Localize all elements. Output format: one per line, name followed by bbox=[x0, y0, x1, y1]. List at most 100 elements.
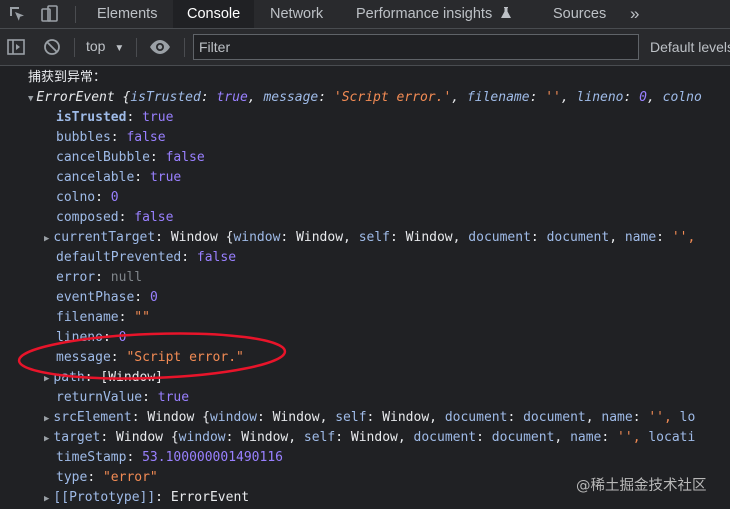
property-type: Window bbox=[147, 410, 195, 425]
property-value: 53.100000001490116 bbox=[142, 450, 283, 465]
property-row: timeStamp: 53.100000001490116 bbox=[56, 448, 283, 468]
property-row: eventPhase: 0 bbox=[56, 288, 158, 308]
property-value: null bbox=[110, 270, 143, 285]
property-colon: : bbox=[149, 150, 166, 165]
property-row: lineno: 0 bbox=[56, 328, 126, 348]
object-type: ErrorEvent bbox=[36, 90, 115, 105]
tab-console[interactable]: Console bbox=[173, 0, 255, 28]
preview-colon: : bbox=[335, 430, 351, 445]
expand-triangle-right-icon: ▶ bbox=[44, 434, 50, 444]
property-key: returnValue bbox=[56, 390, 143, 405]
devtools-tab-bar: Elements Console Network Performance ins… bbox=[0, 0, 730, 29]
property-row: cancelable: true bbox=[56, 168, 181, 188]
property-value: [Window] bbox=[100, 370, 164, 385]
chevron-down-icon: ▼ bbox=[114, 43, 125, 54]
clear-console-icon[interactable] bbox=[42, 37, 62, 57]
object-brace: { bbox=[202, 410, 210, 425]
tab-sources[interactable]: Sources bbox=[553, 0, 606, 28]
expandable-property-row[interactable]: ▶ target: Window {window: Window, self: W… bbox=[44, 428, 695, 448]
live-expression-eye-icon[interactable] bbox=[149, 37, 171, 57]
property-key: error bbox=[56, 270, 96, 285]
preview-colon: : bbox=[280, 230, 297, 245]
tab-divider bbox=[75, 6, 76, 23]
summary-value: 'Script error.' bbox=[333, 90, 452, 105]
more-tabs-chevron-icon[interactable]: » bbox=[630, 0, 639, 28]
property-row: cancelBubble: false bbox=[56, 148, 205, 168]
property-row: defaultPrevented: false bbox=[56, 248, 236, 268]
preview-value: document bbox=[491, 430, 555, 445]
tab-elements[interactable]: Elements bbox=[97, 0, 157, 28]
preview-value: Window bbox=[241, 430, 289, 445]
expand-triangle-right-icon: ▶ bbox=[44, 414, 50, 424]
preview-value: Window bbox=[272, 410, 320, 425]
property-colon: : bbox=[87, 470, 103, 485]
preview-value: document bbox=[523, 410, 586, 425]
log-levels-dropdown[interactable]: Default levels bbox=[650, 39, 730, 55]
preview-colon: : bbox=[507, 410, 524, 425]
property-row: filename: "" bbox=[56, 308, 150, 328]
property-key: target bbox=[53, 430, 101, 445]
preview-colon: : bbox=[530, 230, 547, 245]
property-colon: : bbox=[118, 210, 135, 225]
tab-performance-insights[interactable]: Performance insights bbox=[356, 0, 512, 28]
expandable-property-row[interactable]: ▶ path: [Window] bbox=[44, 368, 163, 388]
property-colon: : bbox=[95, 190, 111, 205]
tab-network[interactable]: Network bbox=[270, 0, 323, 28]
expandable-property-row[interactable]: ▶ currentTarget: Window {window: Window, … bbox=[44, 228, 695, 248]
object-brace: { bbox=[170, 430, 179, 445]
summary-key: message bbox=[263, 90, 319, 105]
context-selector[interactable]: top ▼ bbox=[86, 38, 124, 54]
property-key: srcElement bbox=[53, 410, 132, 425]
property-key: isTrusted bbox=[56, 110, 127, 125]
property-key: composed bbox=[56, 210, 119, 225]
property-key: cancelable bbox=[56, 170, 135, 185]
summary-value: true bbox=[216, 90, 248, 105]
property-value: false bbox=[165, 150, 205, 165]
experimental-flask-icon bbox=[501, 7, 512, 18]
property-key: message bbox=[56, 350, 111, 365]
preview-comma: , bbox=[429, 410, 445, 425]
property-colon: : bbox=[95, 270, 111, 285]
property-value: "" bbox=[134, 310, 150, 325]
preview-key: self bbox=[358, 230, 391, 245]
property-key: timeStamp bbox=[56, 450, 127, 465]
expandable-property-row[interactable]: ▶ srcElement: Window {window: Window, sel… bbox=[44, 408, 695, 428]
preview-colon: : bbox=[390, 230, 406, 245]
property-colon: : bbox=[134, 170, 150, 185]
preview-key: document bbox=[413, 430, 477, 445]
preview-value: '', bbox=[648, 410, 672, 425]
property-row: composed: false bbox=[56, 208, 173, 228]
property-key: lineno bbox=[56, 330, 103, 345]
preview-key: document bbox=[444, 410, 508, 425]
property-colon: : bbox=[126, 450, 143, 465]
preview-value: '', bbox=[671, 230, 696, 245]
property-row: bubbles: false bbox=[56, 128, 166, 148]
filter-input[interactable]: Filter bbox=[193, 34, 639, 60]
property-key: currentTarget bbox=[53, 230, 156, 245]
summary-colon: : bbox=[623, 90, 640, 105]
inspect-element-icon[interactable] bbox=[7, 4, 27, 24]
preview-comma: , bbox=[288, 430, 304, 445]
property-key: eventPhase bbox=[56, 290, 135, 305]
summary-comma: , bbox=[647, 90, 663, 105]
property-value: false bbox=[126, 130, 166, 145]
property-value: true bbox=[142, 110, 174, 125]
preview-value: Window bbox=[382, 410, 430, 425]
preview-value: Window bbox=[296, 230, 344, 245]
property-type: Window bbox=[116, 430, 164, 445]
property-colon: : bbox=[110, 130, 127, 145]
preview-key: lo bbox=[679, 410, 696, 425]
preview-colon: : bbox=[656, 230, 672, 245]
summary-key: filename bbox=[466, 90, 530, 105]
property-value: "Script error." bbox=[126, 350, 244, 365]
summary-key: colno bbox=[662, 90, 702, 105]
expandable-property-row[interactable]: ▶ [[Prototype]]: ErrorEvent bbox=[44, 488, 249, 508]
device-toolbar-icon[interactable] bbox=[40, 4, 60, 24]
summary-comma: , bbox=[560, 90, 577, 105]
preview-comma: , bbox=[609, 230, 625, 245]
property-colon: : bbox=[102, 330, 119, 345]
error-event-summary-row[interactable]: ▼ ErrorEvent {isTrusted: true, message: '… bbox=[28, 88, 702, 108]
preview-value: document bbox=[546, 230, 610, 245]
show-sidebar-icon[interactable] bbox=[6, 37, 26, 57]
preview-key: document bbox=[468, 230, 531, 245]
